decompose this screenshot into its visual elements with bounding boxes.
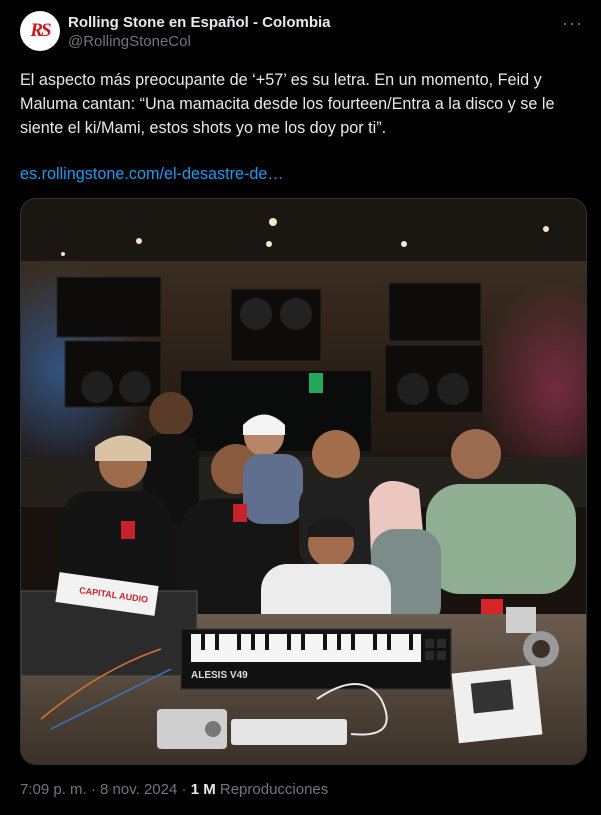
author-names: Rolling Stone en Español - Colombia @Rol… xyxy=(68,13,331,52)
keyboard-label: ALESIS V49 xyxy=(191,670,248,681)
tweet-header: RS Rolling Stone en Español - Colombia @… xyxy=(20,11,585,55)
tweet-date[interactable]: 8 nov. 2024 xyxy=(100,781,177,798)
avatar[interactable]: RS xyxy=(20,11,60,51)
user-handle[interactable]: @RollingStoneCol xyxy=(68,32,331,52)
display-name[interactable]: Rolling Stone en Español - Colombia xyxy=(68,13,331,32)
more-dots-icon[interactable]: ··· xyxy=(562,13,583,34)
tweet-link[interactable]: es.rollingstone.com/el-desastre-de… xyxy=(20,162,284,186)
tweet-text: El aspecto más preocupante de ‘+57’ es s… xyxy=(20,71,555,137)
views-count: 1 M xyxy=(190,781,216,798)
tweet-time[interactable]: 7:09 p. m. xyxy=(20,781,87,798)
tweet-meta: 7:09 p. m. · 8 nov. 2024 · 1 M Reproducc… xyxy=(20,780,328,800)
views-label: Reproducciones xyxy=(219,781,329,798)
meta-separator: · xyxy=(181,781,187,798)
avatar-logo-text: RS xyxy=(30,20,51,41)
studio-photo: CAPITAL AUDIO ALESIS V49 xyxy=(21,199,586,764)
meta-separator: · xyxy=(90,781,96,798)
tweet-photo[interactable]: CAPITAL AUDIO ALESIS V49 xyxy=(20,198,587,765)
